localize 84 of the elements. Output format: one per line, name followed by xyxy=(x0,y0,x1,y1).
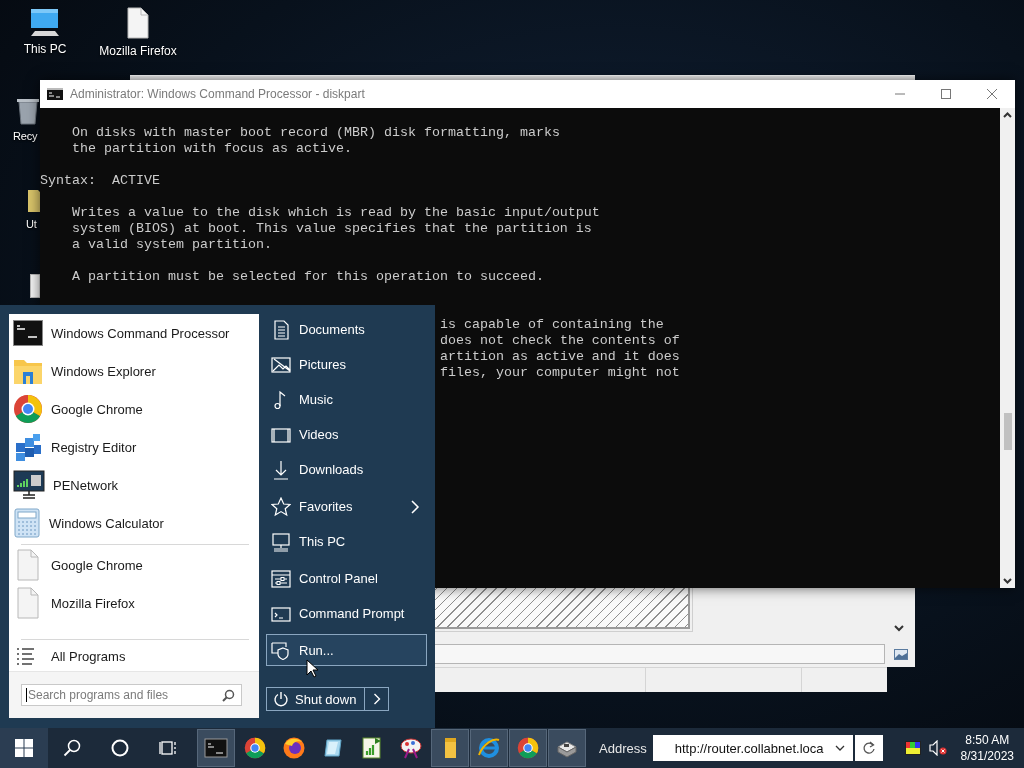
console-line: files, your computer might not xyxy=(439,365,680,381)
taskbar-app-button[interactable] xyxy=(548,729,586,767)
program-item[interactable]: Windows Explorer xyxy=(9,352,259,390)
console-line: Writes a value to the disk which is read by the basic input/output xyxy=(72,205,600,221)
start-button[interactable] xyxy=(0,728,48,768)
clock[interactable]: 8:50 AM 8/31/2023 xyxy=(960,732,1014,764)
shut-down-button[interactable]: Shut down xyxy=(266,687,366,711)
glass-icon xyxy=(321,736,345,760)
menu-item[interactable]: Pictures xyxy=(266,347,427,382)
console-line: the partition with focus as active. xyxy=(72,141,352,157)
console-line: is capable of containing the xyxy=(439,317,664,333)
chart-document-icon xyxy=(360,736,384,760)
menu-item[interactable]: Command Prompt xyxy=(266,596,427,631)
desktop-icon-label[interactable]: This PC xyxy=(23,42,67,56)
color-display-icon xyxy=(904,741,921,755)
menu-item[interactable]: Favorites xyxy=(266,489,427,524)
windows-logo-icon xyxy=(15,739,33,757)
chrome-icon xyxy=(517,737,539,759)
recent-item[interactable]: Google Chrome xyxy=(9,546,259,584)
image-icon xyxy=(894,648,908,660)
menu-item[interactable]: Videos xyxy=(266,417,427,452)
firefox-icon xyxy=(282,736,306,760)
chrome-icon xyxy=(13,394,43,424)
download-icon xyxy=(271,459,291,480)
console-line: a valid system partition. xyxy=(72,237,272,253)
program-item[interactable]: Google Chrome xyxy=(9,390,259,428)
search-icon xyxy=(222,688,235,702)
all-programs-item[interactable]: All Programs xyxy=(9,641,259,671)
refresh-icon xyxy=(861,741,876,755)
menu-item[interactable]: Run... xyxy=(266,634,427,666)
terminal-icon xyxy=(47,88,63,100)
chevron-down-icon xyxy=(834,744,845,752)
mouse-pointer-icon xyxy=(306,659,318,678)
folder-icon xyxy=(13,357,43,385)
address-label: Address xyxy=(599,740,647,756)
terminal-icon xyxy=(204,736,228,760)
program-item[interactable]: Registry Editor xyxy=(9,428,259,466)
document-icon xyxy=(271,319,291,340)
shut-down-options-button[interactable] xyxy=(365,687,390,711)
shield-icon xyxy=(271,640,291,660)
console-line: artition as active and it does xyxy=(439,349,680,365)
close-icon xyxy=(986,88,998,100)
menu-item[interactable]: Control Panel xyxy=(266,561,427,596)
menu-item[interactable]: Downloads xyxy=(266,452,427,487)
search-icon xyxy=(63,739,81,757)
globe-icon xyxy=(477,736,501,760)
speaker-muted-icon xyxy=(928,740,947,756)
power-icon xyxy=(273,691,289,707)
calculator-icon xyxy=(13,508,41,538)
task-view-icon xyxy=(159,739,177,757)
window-title: Administrator: Windows Command Processor - diskpart xyxy=(70,87,366,101)
star-icon xyxy=(271,496,291,517)
cubes-icon xyxy=(13,432,43,462)
address-field[interactable]: http://router.collabnet.loca xyxy=(652,735,853,761)
palette-icon xyxy=(399,736,423,760)
desktop-icon-label[interactable]: Mozilla Firefox xyxy=(99,44,177,58)
monitor-icon xyxy=(271,531,291,552)
circle-icon xyxy=(111,739,129,757)
control-panel-icon xyxy=(271,568,291,589)
terminal-icon xyxy=(13,319,43,347)
maximize-icon xyxy=(940,88,952,100)
chrome-icon xyxy=(244,737,266,759)
recent-item[interactable]: Mozilla Firefox xyxy=(9,584,259,622)
console-line: A partition must be selected for this operation to succeed. xyxy=(72,269,544,285)
menu-item[interactable]: Music xyxy=(266,382,427,417)
menu-item[interactable]: This PC xyxy=(266,524,427,559)
network-monitor-icon xyxy=(13,470,45,500)
desktop-icon-label[interactable]: Ut xyxy=(26,218,37,230)
program-item[interactable]: PENetwork xyxy=(9,466,259,504)
search-field[interactable]: Search programs and files xyxy=(21,684,242,706)
menu-item[interactable]: Documents xyxy=(266,312,427,347)
console-line: does not check the contents of xyxy=(439,333,680,349)
refresh-button[interactable] xyxy=(854,735,883,761)
console-line: On disks with master boot record (MBR) disk formatting, marks xyxy=(72,125,560,141)
scrollbar[interactable] xyxy=(1000,108,1015,588)
picture-icon xyxy=(271,354,291,375)
program-item[interactable]: Windows Calculator xyxy=(9,504,259,542)
console-line: Syntax: ACTIVE xyxy=(40,173,160,189)
program-item[interactable]: Windows Command Processor xyxy=(9,314,259,352)
desktop-icon-label[interactable]: Recy xyxy=(13,130,38,142)
scroll-thumb[interactable] xyxy=(1003,413,1012,450)
console-line: system (BIOS) at boot. This value specifies that the partition is xyxy=(72,221,592,237)
chevron-right-icon xyxy=(372,693,381,705)
chevron-down-icon xyxy=(893,623,905,633)
